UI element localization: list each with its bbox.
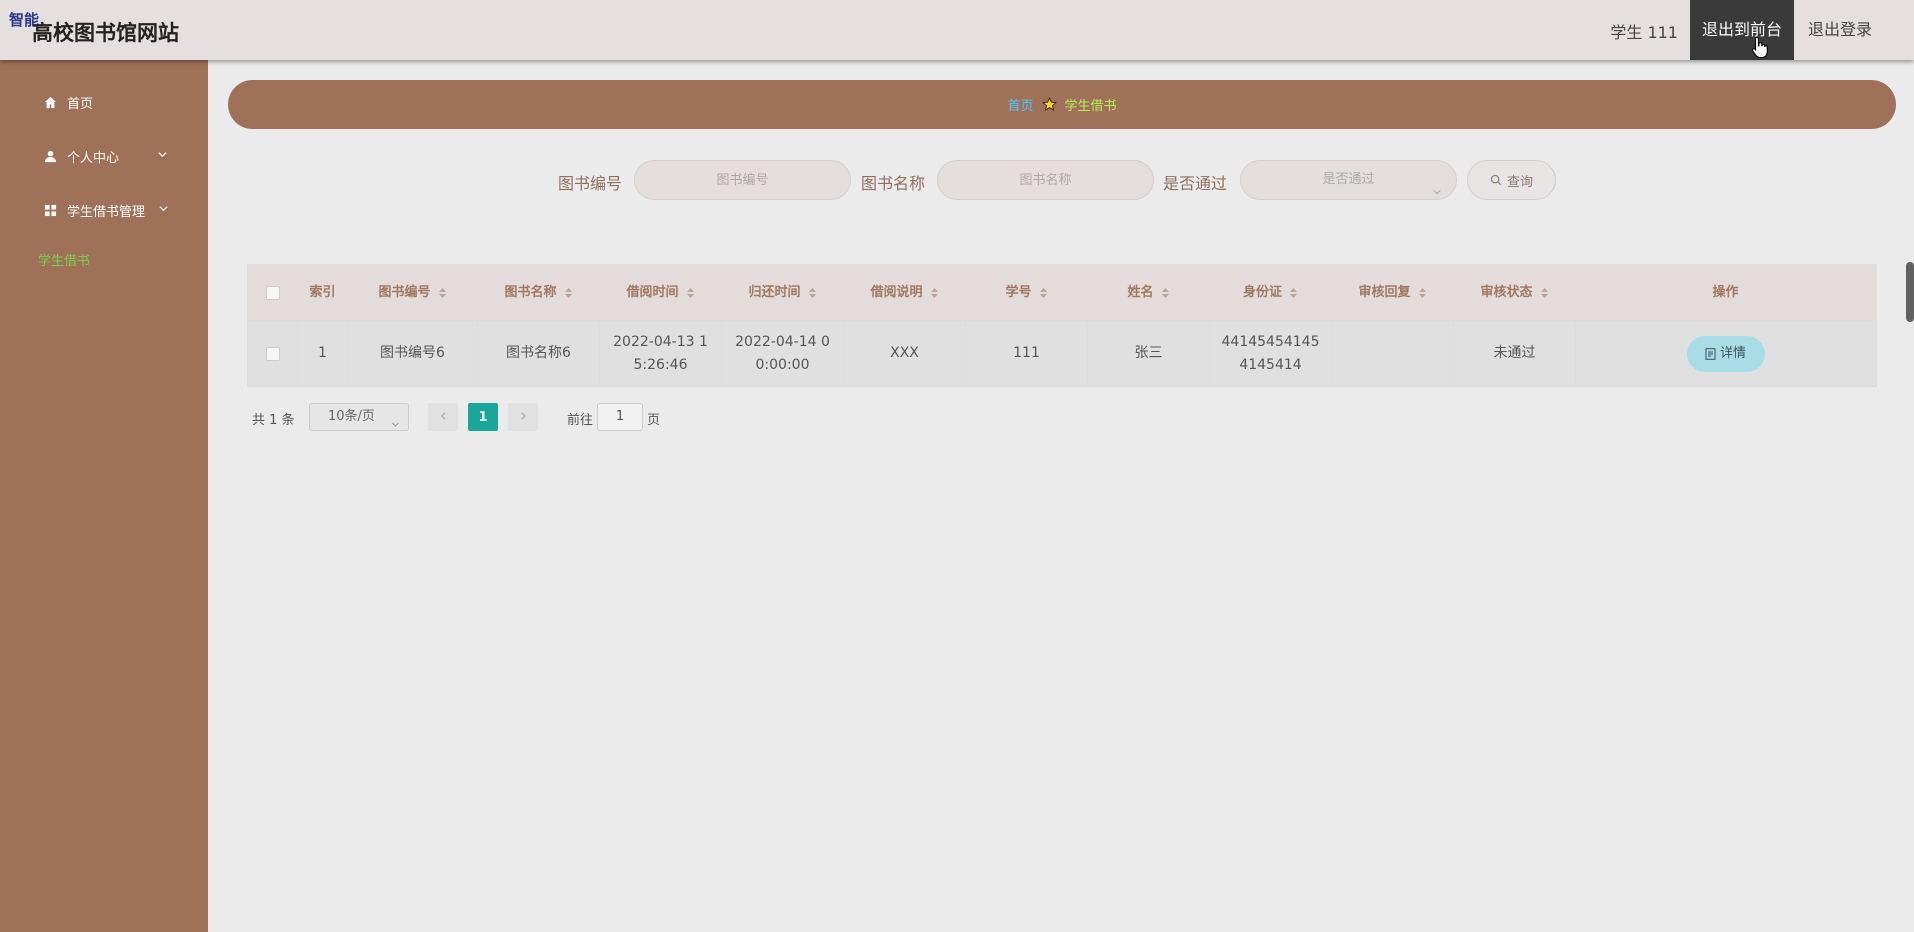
next-page-button[interactable] xyxy=(508,403,538,431)
column-header: 操作 xyxy=(1576,265,1876,321)
page-unit-label: 页 xyxy=(647,413,661,428)
search-icon xyxy=(1490,174,1502,186)
column-header[interactable]: 姓名 xyxy=(1088,265,1210,321)
pagination-total: 共 1 条 xyxy=(252,413,295,428)
detail-button-label: 详情 xyxy=(1719,346,1746,361)
current-user-label: 学生 111 xyxy=(1610,23,1678,42)
query-button[interactable]: 查询 xyxy=(1467,160,1556,200)
sidebar: 首页 个人中心 学生借书管理 学生借书 xyxy=(0,60,208,932)
row-select-cell xyxy=(248,321,298,387)
document-icon xyxy=(1705,347,1716,360)
sidebar-item-borrow-management[interactable]: 学生借书管理 xyxy=(0,190,208,230)
chevron-down-icon xyxy=(157,149,168,164)
scrollbar-thumb[interactable] xyxy=(1906,262,1914,322)
book-name-input[interactable] xyxy=(937,160,1154,200)
cell-status: 未通过 xyxy=(1454,321,1576,387)
exit-to-front-button[interactable]: 退出到前台 xyxy=(1690,0,1794,60)
sidebar-item-label: 个人中心 xyxy=(67,150,120,166)
prev-page-button[interactable] xyxy=(428,403,458,431)
book-no-label: 图书编号 xyxy=(558,174,623,193)
sort-icon[interactable] xyxy=(564,287,573,299)
chevron-down-icon xyxy=(1432,175,1442,213)
passed-select-placeholder: 是否通过 xyxy=(1322,172,1375,187)
star-icon xyxy=(1041,97,1057,112)
page-size-value: 10条/页 xyxy=(328,409,375,424)
goto-page-input[interactable]: 1 xyxy=(597,403,643,431)
home-icon xyxy=(43,95,57,109)
cell-borrow-time: 2022-04-13 15:26:46 xyxy=(600,321,722,387)
cell-student-no: 111 xyxy=(966,321,1088,387)
sidebar-item-label: 学生借书管理 xyxy=(67,204,146,220)
cell-name: 张三 xyxy=(1088,321,1210,387)
column-header[interactable]: 图书名称 xyxy=(478,265,600,321)
borrow-table: 索引 图书编号 图书名称 借阅时间 归还时间 借阅说明 学号 姓名 身份证 审核… xyxy=(247,264,1877,387)
chevron-right-icon xyxy=(519,410,528,425)
passed-select[interactable]: 是否通过 xyxy=(1240,160,1457,200)
page-size-select[interactable]: 10条/页 xyxy=(309,403,409,431)
cell-book-name: 图书名称6 xyxy=(478,321,600,387)
sidebar-subitem-student-borrow[interactable]: 学生借书 xyxy=(38,250,90,269)
cell-reply xyxy=(1332,321,1454,387)
cell-return-time: 2022-04-14 00:00:00 xyxy=(722,321,844,387)
sort-icon[interactable] xyxy=(686,287,695,299)
sort-icon[interactable] xyxy=(930,287,939,299)
grid-icon xyxy=(43,203,57,217)
page-number-button[interactable]: 1 xyxy=(468,403,498,431)
select-all-cell xyxy=(248,265,298,321)
select-all-checkbox[interactable] xyxy=(265,285,280,300)
user-icon xyxy=(43,149,57,163)
column-header[interactable]: 身份证 xyxy=(1210,265,1332,321)
column-header[interactable]: 学号 xyxy=(966,265,1088,321)
row-checkbox[interactable] xyxy=(265,346,280,361)
sort-icon[interactable] xyxy=(808,287,817,299)
chevron-left-icon xyxy=(439,410,448,425)
query-button-label: 查询 xyxy=(1506,174,1533,190)
cell-book-no: 图书编号6 xyxy=(348,321,478,387)
sidebar-item-personal-center[interactable]: 个人中心 xyxy=(0,136,208,176)
column-header: 索引 xyxy=(298,265,348,321)
detail-button[interactable]: 详情 xyxy=(1686,335,1765,372)
sort-icon[interactable] xyxy=(1418,287,1427,299)
sort-icon[interactable] xyxy=(1540,287,1549,299)
column-header[interactable]: 审核状态 xyxy=(1454,265,1576,321)
table-header-row: 索引 图书编号 图书名称 借阅时间 归还时间 借阅说明 学号 姓名 身份证 审核… xyxy=(248,265,1877,321)
sidebar-item-label: 首页 xyxy=(67,96,94,112)
sidebar-item-home[interactable]: 首页 xyxy=(0,82,208,122)
sort-icon[interactable] xyxy=(438,287,447,299)
logout-button[interactable]: 退出登录 xyxy=(1796,0,1884,60)
cell-actions: 详情 xyxy=(1576,321,1876,387)
book-no-input[interactable] xyxy=(634,160,851,200)
sort-icon[interactable] xyxy=(1039,287,1048,299)
column-header[interactable]: 借阅时间 xyxy=(600,265,722,321)
cell-index: 1 xyxy=(298,321,348,387)
table-row: 1 图书编号6 图书名称6 2022-04-13 15:26:46 2022-0… xyxy=(248,321,1877,387)
chevron-down-icon xyxy=(158,203,169,218)
cell-id-card: 441454541454145414 xyxy=(1210,321,1332,387)
sort-icon[interactable] xyxy=(1161,287,1170,299)
cell-note: XXX xyxy=(844,321,966,387)
top-header: 智能 高校图书馆网站 学生 111 退出到前台 退出登录 xyxy=(0,0,1914,60)
column-header[interactable]: 借阅说明 xyxy=(844,265,966,321)
passed-label: 是否通过 xyxy=(1163,174,1228,193)
breadcrumb-home-link[interactable]: 首页 xyxy=(1007,95,1033,114)
book-name-label: 图书名称 xyxy=(861,174,926,193)
breadcrumb-current: 学生借书 xyxy=(1064,99,1117,114)
sort-icon[interactable] xyxy=(1289,287,1298,299)
column-header[interactable]: 审核回复 xyxy=(1332,265,1454,321)
goto-label: 前往 xyxy=(567,413,594,428)
column-header[interactable]: 图书编号 xyxy=(348,265,478,321)
breadcrumb: 首页 学生借书 xyxy=(228,80,1896,129)
chevron-down-icon xyxy=(391,413,400,439)
site-title: 高校图书馆网站 xyxy=(32,21,179,45)
column-header[interactable]: 归还时间 xyxy=(722,265,844,321)
